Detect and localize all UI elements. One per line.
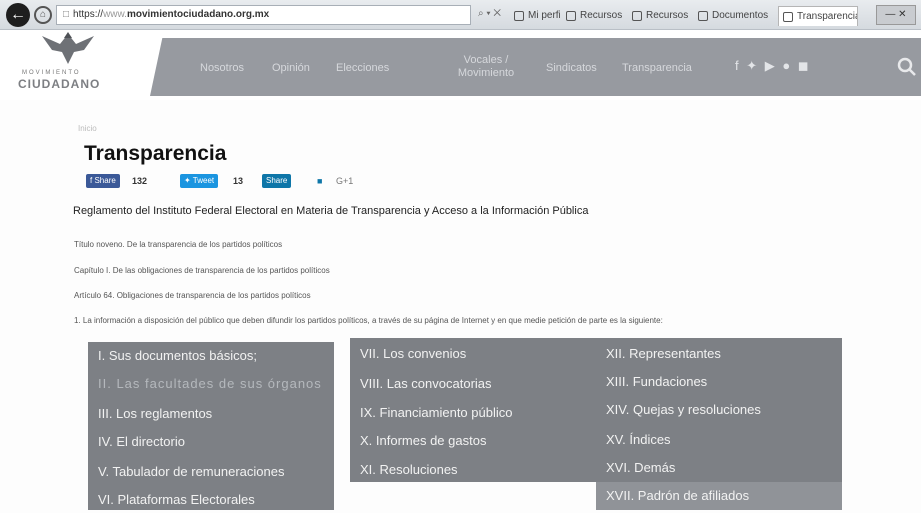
content-line-2: Capítulo I. De las obligaciones de trans… [74,266,330,275]
obligation-item[interactable]: IV. El directorio [98,434,185,449]
nav-item-elecciones[interactable]: Elecciones [336,62,389,74]
address-controls[interactable]: ⌕ ▾ ✕ [478,8,501,19]
obligation-item[interactable]: IX. Financiamiento público [360,405,512,420]
address-prefix: https:// [73,9,104,20]
nav-item-nosotros[interactable]: Nosotros [200,62,244,74]
linkedin-share-button[interactable]: Share [262,174,292,188]
obligation-item[interactable]: XI. Resoluciones [360,462,458,477]
social-icons[interactable]: f ✦ ▶ ● ◼ [735,58,811,74]
tab-favicon-icon [566,11,576,21]
obligations-panel: I. Sus documentos básicos; II. Las facul… [88,338,842,510]
obligation-item[interactable]: I. Sus documentos básicos; [98,348,257,363]
facebook-share-button[interactable]: f Share [86,174,120,188]
twitter-tweet-button[interactable]: ✦ Tweet [180,174,219,188]
obligation-item[interactable]: III. Los reglamentos [98,406,212,421]
tab-mi-perfil[interactable]: Mi perfil [510,6,560,26]
back-arrow-icon[interactable]: ← [6,3,30,27]
tab-label: Mi perfil [528,10,560,21]
page-icon: □ [63,9,70,20]
obligation-item[interactable]: X. Informes de gastos [360,433,486,448]
nav-item-sindicatos[interactable]: Sindicatos [546,62,597,74]
site-logo[interactable]: MOVIMIENTO CIUDADANO [12,30,132,98]
obligation-item[interactable]: XVI. Demás [606,460,675,475]
tab-documentos[interactable]: Documentos [694,6,776,26]
address-subdomain: www. [103,9,127,20]
tweet-label: Tweet [192,176,215,185]
tab-label: Recursos [646,10,689,21]
regulation-title: Reglamento del Instituto Federal Elector… [73,205,589,217]
tab-favicon-icon [632,11,642,21]
logo-line-1: MOVIMIENTO [22,70,81,76]
logo-line-2: CIUDADANO [18,77,101,91]
page-title: Transparencia [84,142,227,165]
content-line-3: Artículo 64. Obligaciones de transparenc… [74,291,311,300]
gplus-button[interactable]: G+1 [336,174,353,188]
share-count-icon: ■ [317,176,323,186]
site-header: MOVIMIENTO CIUDADANO Nosotros Opinión El… [0,30,921,100]
tab-favicon-icon [514,11,524,21]
facebook-share-label: Share [94,176,116,185]
nav-item-vocales[interactable]: Vocales / Movimiento [450,54,522,80]
tab-favicon-icon [698,11,708,21]
tab-label: Documentos [712,10,769,21]
address-domain: movimientociudadano.org.mx [126,9,270,20]
obligation-item[interactable]: XIV. Quejas y resoluciones [606,402,761,417]
content-line-1: Título noveno. De la transparencia de lo… [74,240,283,249]
facebook-share-count: 132 [132,176,148,186]
obligation-item[interactable]: II. Las facultades de sus órganos [98,376,322,391]
obligation-item[interactable]: XV. Índices [606,432,671,447]
home-icon[interactable]: ⌂ [34,6,52,24]
obligation-item[interactable]: XIII. Fundaciones [606,374,707,389]
address-bar[interactable]: □ https://www.movimientociudadano.org.mx [56,5,471,25]
tab-favicon-icon [783,12,793,22]
obligations-column-1: I. Sus documentos básicos; II. Las facul… [88,342,334,510]
obligation-item[interactable]: XII. Representantes [606,346,721,361]
eagle-logo-icon [42,32,94,64]
obligation-item[interactable]: V. Tabulador de remuneraciones [98,464,284,479]
obligation-item[interactable]: VI. Plataformas Electorales [98,492,255,507]
obligation-item[interactable]: VII. Los convenios [360,346,466,361]
obligation-item[interactable]: VIII. Las convocatorias [360,376,492,391]
search-icon[interactable] [897,56,917,78]
browser-toolbar: ← ⌂ □ https://www.movimientociudadano.org… [0,0,921,30]
tab-label: Transparencia [797,11,858,22]
tab-transparencia[interactable]: Transparencia [778,6,858,26]
content-line-4: 1. La información a disposición del públ… [74,316,663,325]
nav-item-opinion[interactable]: Opinión [272,62,310,74]
breadcrumb[interactable]: Inicio [78,124,97,133]
obligations-column-2: VII. Los convenios VIII. Las convocatori… [350,338,596,482]
obligations-column-3-tail: XVII. Padrón de afiliados [596,482,842,510]
nav-item-transparencia[interactable]: Transparencia [622,62,692,74]
tab-recursos-2[interactable]: Recursos [628,6,692,26]
tab-label: Recursos [580,10,623,21]
tweet-count: 13 [233,176,244,186]
window-close-button[interactable]: — ✕ [876,5,916,25]
tab-recursos-1[interactable]: Recursos [562,6,626,26]
obligation-item[interactable]: XVII. Padrón de afiliados [606,488,749,503]
twitter-icon: ✦ [184,176,193,185]
obligations-column-3: XII. Representantes XIII. Fundaciones XI… [596,338,842,482]
